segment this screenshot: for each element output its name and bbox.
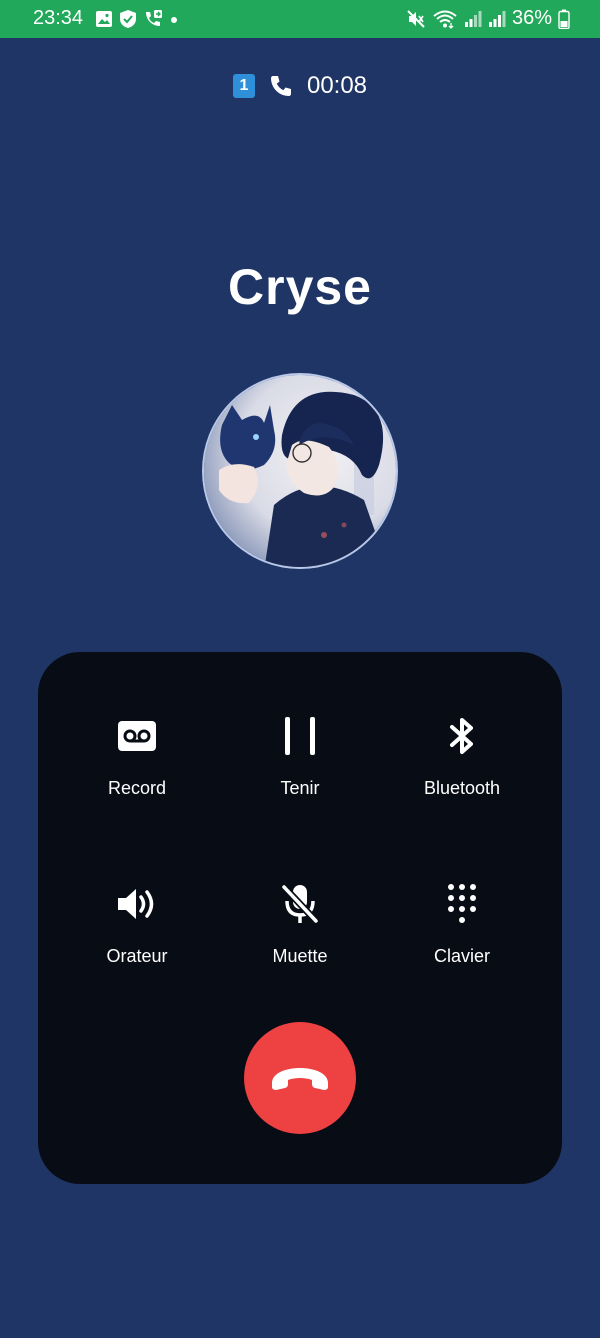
dialpad-label: Clavier — [433, 946, 490, 966]
sim-badge: 1 — [232, 74, 255, 98]
end-call-button[interactable] — [244, 1022, 356, 1134]
battery-icon — [558, 9, 570, 29]
call-info: 1 00:08 — [0, 72, 600, 100]
signal-icon — [488, 10, 506, 27]
gallery-icon — [96, 11, 112, 27]
call-forward-icon — [146, 10, 162, 26]
mute-label: Muette — [272, 946, 328, 966]
status-time: 23:34 — [33, 7, 84, 29]
mic-off-icon — [281, 884, 319, 924]
pause-icon — [285, 717, 315, 755]
end-call-icon — [272, 1068, 328, 1090]
dialpad-button[interactable]: Clavier — [377, 882, 547, 967]
record-button[interactable]: Record — [52, 714, 222, 799]
dialpad-icon — [448, 884, 476, 923]
hold-label: Tenir — [280, 778, 320, 798]
wifi-icon — [433, 10, 457, 29]
battery-percent: 36% — [511, 7, 552, 29]
status-bar: 23:34 36% — [0, 0, 600, 38]
mute-vibrate-icon — [407, 9, 425, 28]
bluetooth-button[interactable]: Bluetooth — [377, 714, 547, 799]
bluetooth-icon — [450, 718, 473, 754]
mute-button[interactable]: Muette — [215, 882, 385, 967]
shield-icon — [120, 10, 136, 28]
dot-icon — [171, 17, 177, 23]
record-label: Record — [107, 778, 167, 798]
speaker-label: Orateur — [106, 946, 168, 966]
voicemail-icon — [118, 721, 156, 751]
speaker-icon — [118, 889, 154, 919]
contact-avatar — [202, 373, 398, 569]
call-duration: 00:08 — [306, 72, 368, 99]
phone-icon — [270, 76, 291, 96]
avatar-illustration — [204, 375, 396, 567]
bluetooth-label: Bluetooth — [423, 778, 501, 798]
contact-name: Cryse — [228, 259, 372, 315]
speaker-button[interactable]: Orateur — [52, 882, 222, 967]
signal-icon — [464, 10, 482, 27]
hold-button[interactable]: Tenir — [215, 714, 385, 799]
